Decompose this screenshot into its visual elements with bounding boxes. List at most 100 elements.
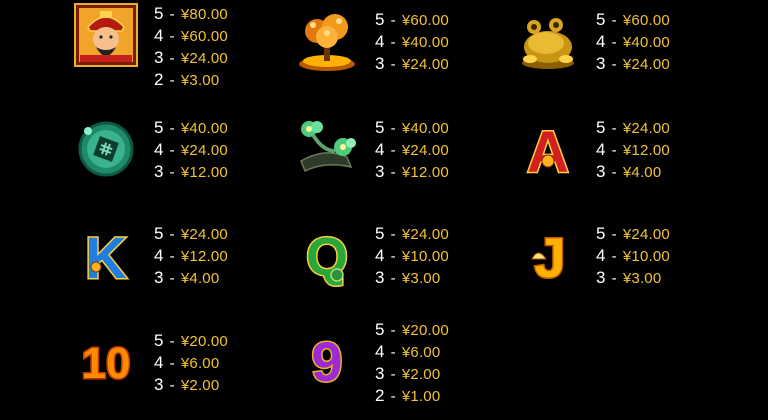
match-count: 4 xyxy=(375,246,385,265)
match-count: 5 xyxy=(375,10,385,29)
paytable-entry-letter-q: Q 5- ¥24.00 4- ¥10.00 3- ¥3.00 xyxy=(295,223,535,313)
separator: - xyxy=(390,34,396,51)
letter-a-icon: A xyxy=(516,117,580,182)
letter-j-icon: J xyxy=(516,223,580,287)
separator: - xyxy=(169,226,175,243)
pay-line: 3- ¥12.00 xyxy=(154,161,228,183)
match-count: 5 xyxy=(375,224,385,243)
payout-amount: ¥2.00 xyxy=(180,377,220,394)
separator: - xyxy=(390,248,396,265)
pay-line: 4- ¥40.00 xyxy=(375,31,449,53)
match-count: 5 xyxy=(596,224,606,243)
payout-amount: ¥24.00 xyxy=(622,56,670,73)
separator: - xyxy=(169,28,175,45)
pay-line: 5- ¥24.00 xyxy=(375,223,449,245)
pay-line: 5- ¥40.00 xyxy=(154,117,228,139)
pay-line: 4- ¥60.00 xyxy=(154,25,228,47)
pay-line: 5- ¥24.00 xyxy=(154,223,228,245)
payout-amount: ¥24.00 xyxy=(180,50,228,67)
separator: - xyxy=(169,248,175,265)
payout-amount: ¥12.00 xyxy=(180,164,228,181)
money-tree-icon xyxy=(295,9,359,73)
payout-amount: ¥1.00 xyxy=(401,388,441,401)
match-count: 5 xyxy=(596,118,606,137)
separator: - xyxy=(169,355,175,372)
letter-k-icon: K xyxy=(74,223,138,288)
pay-line: 4- ¥6.00 xyxy=(154,352,228,374)
match-count: 5 xyxy=(375,118,385,137)
separator: - xyxy=(390,322,396,339)
payout-amount: ¥3.00 xyxy=(401,270,441,287)
match-count: 3 xyxy=(375,268,385,287)
separator: - xyxy=(390,226,396,243)
match-count: 4 xyxy=(596,140,606,159)
golden-toad-icon xyxy=(516,9,580,73)
separator: - xyxy=(169,270,175,287)
pay-line: 3- ¥2.00 xyxy=(375,363,449,385)
payout-amount: ¥2.00 xyxy=(401,366,441,383)
separator: - xyxy=(390,12,396,29)
match-count: 2 xyxy=(375,386,385,401)
separator: - xyxy=(169,72,175,89)
pay-line: 4- ¥24.00 xyxy=(154,139,228,161)
separator: - xyxy=(169,377,175,394)
match-count: 4 xyxy=(154,353,164,372)
pay-line: 5- ¥20.00 xyxy=(154,330,228,352)
payout-amount: ¥60.00 xyxy=(180,28,228,45)
symbol-glyph: 9 xyxy=(311,330,342,391)
payout-amount: ¥3.00 xyxy=(622,270,662,287)
payout-amount: ¥24.00 xyxy=(180,142,228,159)
pay-line: 5- ¥60.00 xyxy=(596,9,670,31)
match-count: 3 xyxy=(154,375,164,394)
separator: - xyxy=(390,270,396,287)
pay-line: 3- ¥24.00 xyxy=(596,53,670,75)
payout-amount: ¥12.00 xyxy=(180,248,228,265)
separator: - xyxy=(611,142,617,159)
separator: - xyxy=(390,344,396,361)
payout-amount: ¥24.00 xyxy=(622,120,670,137)
separator: - xyxy=(390,388,396,401)
pay-line: 4- ¥10.00 xyxy=(596,245,670,267)
match-count: 3 xyxy=(375,364,385,383)
match-count: 3 xyxy=(596,54,606,73)
payout-amount: ¥40.00 xyxy=(622,34,670,51)
pay-line: 4- ¥12.00 xyxy=(596,139,670,161)
match-count: 4 xyxy=(154,26,164,45)
pay-line: 4- ¥40.00 xyxy=(596,31,670,53)
pay-line: 4- ¥6.00 xyxy=(375,341,449,363)
paytable-entry-golden-toad: 5- ¥60.00 4- ¥40.00 3- ¥24.00 xyxy=(516,9,756,99)
match-count: 4 xyxy=(596,32,606,51)
payout-amount: ¥4.00 xyxy=(622,164,662,181)
payout-amount: ¥6.00 xyxy=(401,344,441,361)
separator: - xyxy=(611,34,617,51)
match-count: 5 xyxy=(596,10,606,29)
pay-line: 2- ¥1.00 xyxy=(375,385,449,401)
payout-amount: ¥60.00 xyxy=(622,12,670,29)
match-count: 3 xyxy=(154,162,164,181)
match-count: 3 xyxy=(154,48,164,67)
payout-amount: ¥3.00 xyxy=(180,72,220,89)
match-count: 4 xyxy=(596,246,606,265)
payout-amount: ¥40.00 xyxy=(401,34,449,51)
separator: - xyxy=(169,142,175,159)
jade-ruyi-icon xyxy=(295,117,359,181)
match-count: 5 xyxy=(154,4,164,23)
pay-line: 5- ¥20.00 xyxy=(375,319,449,341)
number-10-icon: 10 xyxy=(74,330,138,394)
separator: - xyxy=(390,164,396,181)
pay-line: 3- ¥4.00 xyxy=(154,267,228,289)
pay-line: 5- ¥24.00 xyxy=(596,117,670,139)
payout-amount: ¥10.00 xyxy=(622,248,670,265)
god-of-wealth-icon xyxy=(74,3,138,67)
separator: - xyxy=(390,56,396,73)
separator: - xyxy=(611,164,617,181)
match-count: 4 xyxy=(375,32,385,51)
symbol-glyph: 10 xyxy=(82,339,131,388)
pay-line: 5- ¥80.00 xyxy=(154,3,228,25)
payout-amount: ¥20.00 xyxy=(401,322,449,339)
match-count: 5 xyxy=(375,320,385,339)
paytable-entry-letter-k: K 5- ¥24.00 4- ¥12.00 3- ¥4.00 xyxy=(74,223,314,313)
payout-amount: ¥80.00 xyxy=(180,6,228,23)
payout-amount: ¥24.00 xyxy=(401,142,449,159)
payout-amount: ¥60.00 xyxy=(401,12,449,29)
